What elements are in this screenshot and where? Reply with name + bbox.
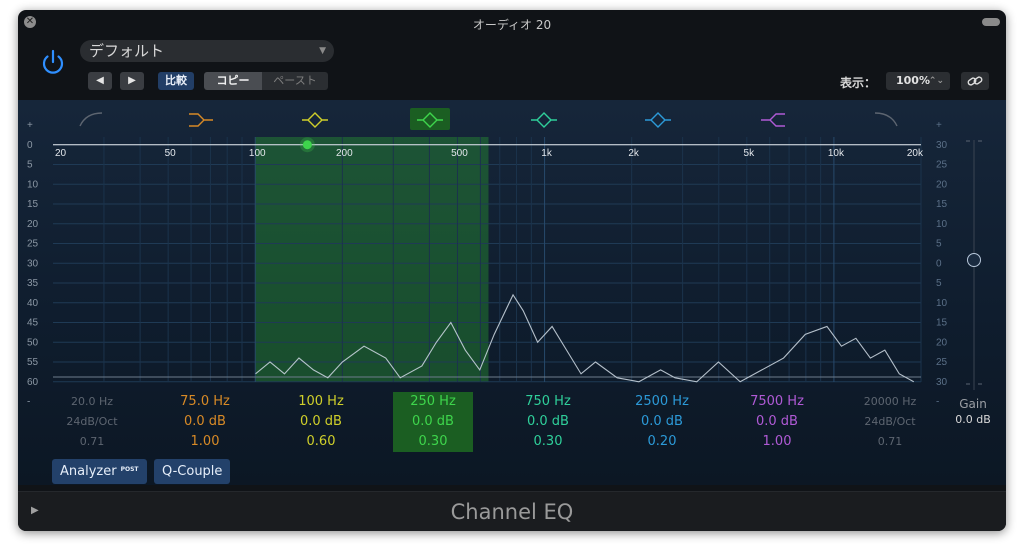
band-3-bell-toggle[interactable]	[295, 108, 335, 130]
band-icon-row	[18, 100, 1006, 136]
band-2-low-shelf-toggle[interactable]	[181, 108, 221, 130]
band-8-gain[interactable]: 24dB/Oct	[850, 412, 930, 432]
analyzer-button[interactable]: Analyzer POST	[52, 459, 147, 484]
band-8-freq[interactable]: 20000 Hz	[850, 392, 930, 412]
band-5-params[interactable]: 750 Hz 0.0 dB 0.30	[508, 392, 588, 452]
preset-menu[interactable]: デフォルト ▼	[80, 40, 334, 62]
zoom-select[interactable]: 100% ⌃⌄	[886, 72, 950, 90]
band-6-bell-toggle[interactable]	[638, 108, 678, 130]
low-shelf-icon	[189, 113, 213, 127]
power-button[interactable]	[38, 48, 68, 78]
link-button[interactable]	[961, 72, 989, 90]
band-7-gain[interactable]: 0.0 dB	[737, 412, 817, 432]
band-3-gain[interactable]: 0.0 dB	[281, 412, 361, 432]
title-bar: ✕ オーディオ 20	[18, 10, 1006, 36]
band-2-q[interactable]: 1.00	[165, 432, 245, 452]
gain-value: 0.0 dB	[955, 413, 991, 426]
band-3-q[interactable]: 0.60	[281, 432, 361, 452]
band-4-q[interactable]: 0.30	[393, 432, 473, 452]
band-3-freq[interactable]: 100 Hz	[281, 392, 361, 412]
bell-icon	[417, 112, 443, 128]
gain-slider-knob[interactable]	[967, 253, 981, 267]
band-5-freq[interactable]: 750 Hz	[508, 392, 588, 412]
zoom-value: 100%	[896, 74, 930, 87]
high-cut-icon	[874, 112, 898, 127]
previous-preset-button[interactable]: ◀	[88, 72, 112, 90]
high-shelf-icon	[761, 113, 785, 127]
plugin-name: Channel EQ	[450, 500, 574, 524]
band-4-params[interactable]: 250 Hz 0.0 dB 0.30	[393, 392, 473, 452]
band-3-params[interactable]: 100 Hz 0.0 dB 0.60	[281, 392, 361, 452]
bell-icon	[645, 112, 671, 128]
band-6-params[interactable]: 2500 Hz 0.0 dB 0.20	[622, 392, 702, 452]
band-8-high-cut-toggle[interactable]	[866, 108, 906, 130]
band-7-params[interactable]: 7500 Hz 0.0 dB 1.00	[737, 392, 817, 452]
link-icon	[967, 76, 983, 86]
low-cut-icon	[79, 112, 103, 127]
bell-icon	[531, 112, 557, 128]
channel-eq-window: ✕ オーディオ 20 デフォルト ▼ ◀ ▶ 比較 コピー ペースト 表示： 1…	[18, 10, 1006, 531]
band-8-q[interactable]: 0.71	[850, 432, 930, 452]
view-label: 表示：	[840, 76, 877, 90]
window-title: オーディオ 20	[472, 18, 552, 32]
band-1-gain[interactable]: 24dB/Oct	[52, 412, 132, 432]
band-6-gain[interactable]: 0.0 dB	[622, 412, 702, 432]
band-8-params[interactable]: 20000 Hz 24dB/Oct 0.71	[850, 392, 930, 452]
band-5-gain[interactable]: 0.0 dB	[508, 412, 588, 432]
band-1-freq[interactable]: 20.0 Hz	[52, 392, 132, 412]
band-2-params[interactable]: 75.0 Hz 0.0 dB 1.00	[165, 392, 245, 452]
compare-button[interactable]: 比較	[158, 72, 194, 90]
band-7-high-shelf-toggle[interactable]	[753, 108, 793, 130]
band-6-q[interactable]: 0.20	[622, 432, 702, 452]
bell-icon	[302, 112, 328, 128]
band-1-low-cut-toggle[interactable]	[71, 108, 111, 130]
chevron-down-icon: ▼	[319, 46, 326, 56]
band-1-q[interactable]: 0.71	[52, 432, 132, 452]
analyzer-label: Analyzer	[60, 464, 117, 479]
band-6-freq[interactable]: 2500 Hz	[622, 392, 702, 412]
stepper-icon: ⌃⌄	[928, 76, 944, 86]
analyzer-post-tag: POST	[120, 466, 139, 473]
gain-label: Gain	[959, 397, 987, 411]
band-4-bell-toggle[interactable]	[410, 108, 450, 130]
power-icon	[42, 49, 64, 74]
band-5-bell-toggle[interactable]	[524, 108, 564, 130]
footer-bar: ▶ Channel EQ	[18, 491, 1006, 531]
q-couple-button[interactable]: Q-Couple	[154, 459, 231, 484]
next-preset-button[interactable]: ▶	[120, 72, 144, 90]
band-2-gain[interactable]: 0.0 dB	[165, 412, 245, 432]
band-1-params[interactable]: 20.0 Hz 24dB/Oct 0.71	[52, 392, 132, 452]
band-2-freq[interactable]: 75.0 Hz	[165, 392, 245, 412]
band-4-gain[interactable]: 0.0 dB	[393, 412, 473, 432]
band-5-q[interactable]: 0.30	[508, 432, 588, 452]
window-zoom-pill[interactable]	[982, 18, 1000, 26]
band-7-q[interactable]: 1.00	[737, 432, 817, 452]
paste-button[interactable]: ペースト	[262, 72, 328, 90]
preset-name: デフォルト	[89, 42, 165, 60]
band-7-freq[interactable]: 7500 Hz	[737, 392, 817, 412]
band-4-freq[interactable]: 250 Hz	[393, 392, 473, 412]
copy-button[interactable]: コピー	[204, 72, 262, 90]
